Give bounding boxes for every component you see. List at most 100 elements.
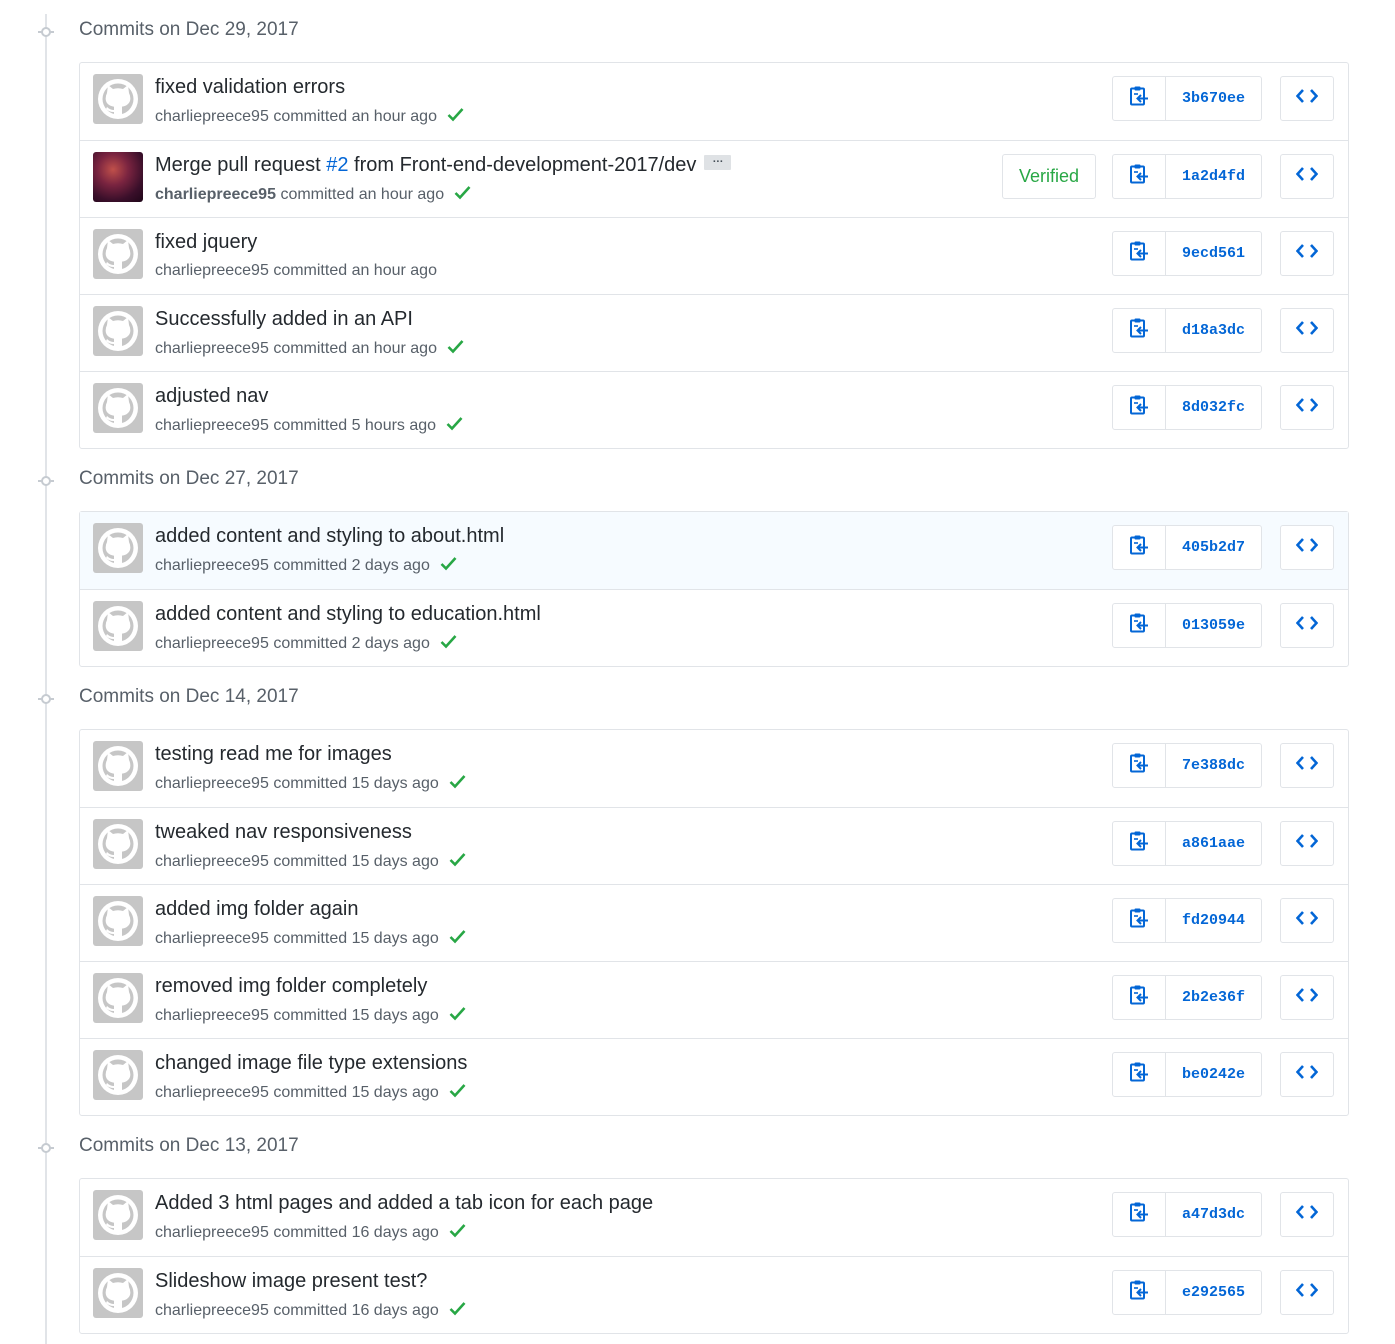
github-octocat-icon[interactable] <box>93 1050 143 1100</box>
check-icon[interactable] <box>449 1083 466 1098</box>
commit-message[interactable]: Successfully added in an API <box>155 308 413 331</box>
commit-message[interactable]: Merge pull request #2 from Front-end-dev… <box>155 154 732 177</box>
check-icon[interactable] <box>446 416 463 431</box>
copy-sha-button[interactable] <box>1113 526 1166 569</box>
check-icon[interactable] <box>440 634 457 649</box>
commit-sha-link[interactable]: e292565 <box>1166 1271 1261 1314</box>
github-octocat-icon[interactable] <box>93 383 143 433</box>
commit-sha-link[interactable]: 8d032fc <box>1166 386 1261 429</box>
github-octocat-icon[interactable] <box>93 741 143 791</box>
copy-sha-button[interactable] <box>1113 155 1166 198</box>
browse-repo-button[interactable] <box>1280 743 1334 788</box>
commit-message[interactable]: adjusted nav <box>155 385 268 408</box>
commit-message[interactable]: added content and styling to education.h… <box>155 603 541 626</box>
browse-repo-button[interactable] <box>1280 76 1334 121</box>
commit-sha-link[interactable]: a861aae <box>1166 822 1261 865</box>
copy-sha-button[interactable] <box>1113 976 1166 1019</box>
copy-sha-button[interactable] <box>1113 604 1166 647</box>
check-icon[interactable] <box>454 185 471 200</box>
browse-repo-button[interactable] <box>1280 231 1334 276</box>
commit-message[interactable]: added content and styling to about.html <box>155 525 504 548</box>
copy-sha-button[interactable] <box>1113 1053 1166 1096</box>
commit-message[interactable]: testing read me for images <box>155 743 392 766</box>
commit-sha-link[interactable]: 1a2d4fd <box>1166 155 1261 198</box>
commit-message[interactable]: tweaked nav responsiveness <box>155 821 412 844</box>
github-octocat-icon[interactable] <box>93 229 143 279</box>
github-octocat-icon[interactable] <box>93 601 143 651</box>
expand-message-button[interactable]: … <box>704 154 732 171</box>
commit-message-text[interactable]: from Front-end-development-2017/dev <box>348 154 696 176</box>
commit-author-link[interactable]: charliepreece95 <box>155 340 269 357</box>
commit-message[interactable]: Slideshow image present test? <box>155 1270 427 1293</box>
commit-author-link[interactable]: charliepreece95 <box>155 557 269 574</box>
commit-author-link[interactable]: charliepreece95 <box>155 1007 269 1024</box>
github-octocat-icon[interactable] <box>93 973 143 1023</box>
copy-sha-button[interactable] <box>1113 1193 1166 1236</box>
verified-badge[interactable]: Verified <box>1002 154 1096 199</box>
github-octocat-icon[interactable] <box>93 1268 143 1318</box>
copy-sha-button[interactable] <box>1113 386 1166 429</box>
commit-sha-link[interactable]: d18a3dc <box>1166 309 1261 352</box>
github-octocat-icon[interactable] <box>93 819 143 869</box>
commit-message[interactable]: Added 3 html pages and added a tab icon … <box>155 1192 653 1215</box>
browse-repo-button[interactable] <box>1280 154 1334 199</box>
commit-message-text[interactable]: Merge pull request <box>155 154 326 176</box>
commit-author-link[interactable]: charliepreece95 <box>155 262 269 279</box>
github-octocat-icon[interactable] <box>93 306 143 356</box>
commit-sha-link[interactable]: fd20944 <box>1166 899 1261 942</box>
commit-author-link[interactable]: charliepreece95 <box>155 1224 269 1241</box>
commit-author-link[interactable]: charliepreece95 <box>155 853 269 870</box>
check-icon[interactable] <box>449 852 466 867</box>
commit-sha-link[interactable]: 7e388dc <box>1166 744 1261 787</box>
commit-author-link[interactable]: charliepreece95 <box>155 1084 269 1101</box>
browse-repo-button[interactable] <box>1280 525 1334 570</box>
copy-sha-button[interactable] <box>1113 77 1166 120</box>
commit-sha-link[interactable]: 9ecd561 <box>1166 232 1261 275</box>
commit-author-link[interactable]: charliepreece95 <box>155 417 269 434</box>
commit-author-link[interactable]: charliepreece95 <box>155 635 269 652</box>
commit-sha-link[interactable]: 013059e <box>1166 604 1261 647</box>
browse-repo-button[interactable] <box>1280 1192 1334 1237</box>
github-octocat-icon[interactable] <box>93 896 143 946</box>
commit-author-link[interactable]: charliepreece95 <box>155 108 269 125</box>
browse-repo-button[interactable] <box>1280 975 1334 1020</box>
check-icon[interactable] <box>440 556 457 571</box>
check-icon[interactable] <box>449 1006 466 1021</box>
commit-sha-link[interactable]: 405b2d7 <box>1166 526 1261 569</box>
avatar[interactable] <box>93 152 143 202</box>
check-icon[interactable] <box>449 929 466 944</box>
commit-message[interactable]: changed image file type extensions <box>155 1052 467 1075</box>
copy-sha-button[interactable] <box>1113 899 1166 942</box>
browse-repo-button[interactable] <box>1280 308 1334 353</box>
browse-repo-button[interactable] <box>1280 385 1334 430</box>
commit-author-link[interactable]: charliepreece95 <box>155 930 269 947</box>
copy-sha-button[interactable] <box>1113 1271 1166 1314</box>
check-icon[interactable] <box>449 774 466 789</box>
commit-message[interactable]: fixed jquery <box>155 231 257 254</box>
commit-author-link[interactable]: charliepreece95 <box>155 775 269 792</box>
commit-author-link[interactable]: charliepreece95 <box>155 186 276 203</box>
pull-request-link[interactable]: #2 <box>326 154 348 176</box>
browse-repo-button[interactable] <box>1280 898 1334 943</box>
commit-author-link[interactable]: charliepreece95 <box>155 1302 269 1319</box>
commit-message[interactable]: removed img folder completely <box>155 975 427 998</box>
commit-sha-link[interactable]: be0242e <box>1166 1053 1261 1096</box>
commit-message[interactable]: fixed validation errors <box>155 76 345 99</box>
browse-repo-button[interactable] <box>1280 1270 1334 1315</box>
check-icon[interactable] <box>447 107 464 122</box>
github-octocat-icon[interactable] <box>93 74 143 124</box>
copy-sha-button[interactable] <box>1113 232 1166 275</box>
github-octocat-icon[interactable] <box>93 523 143 573</box>
browse-repo-button[interactable] <box>1280 1052 1334 1097</box>
commit-message[interactable]: added img folder again <box>155 898 358 921</box>
check-icon[interactable] <box>449 1301 466 1316</box>
commit-sha-link[interactable]: a47d3dc <box>1166 1193 1261 1236</box>
github-octocat-icon[interactable] <box>93 1190 143 1240</box>
check-icon[interactable] <box>449 1223 466 1238</box>
browse-repo-button[interactable] <box>1280 603 1334 648</box>
browse-repo-button[interactable] <box>1280 821 1334 866</box>
copy-sha-button[interactable] <box>1113 309 1166 352</box>
check-icon[interactable] <box>447 339 464 354</box>
copy-sha-button[interactable] <box>1113 744 1166 787</box>
commit-sha-link[interactable]: 3b670ee <box>1166 77 1261 120</box>
